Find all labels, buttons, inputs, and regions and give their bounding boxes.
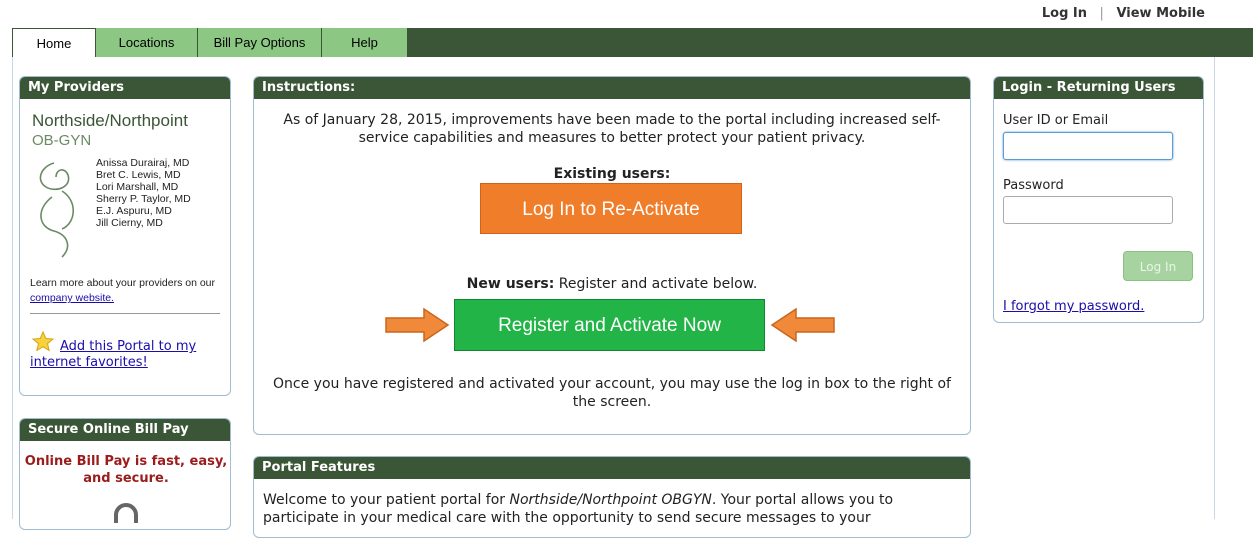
tab-locations[interactable]: Locations (96, 28, 198, 57)
existing-users-label: Existing users: (553, 166, 671, 182)
divider (30, 313, 220, 314)
billpay-tagline: Online Bill Pay is fast, easy, and secur… (24, 454, 228, 486)
tab-bill-pay-options[interactable]: Bill Pay Options (198, 28, 322, 57)
lock-icon (114, 503, 138, 523)
instructions-footer: Once you have registered and activated y… (273, 376, 951, 410)
new-users-text: Register and activate below. (554, 276, 758, 292)
features-title: Portal Features (254, 457, 970, 479)
reactivate-button[interactable]: Log In to Re-Activate (480, 183, 742, 234)
password-input[interactable] (1003, 196, 1173, 224)
login-link[interactable]: Log In (1042, 6, 1087, 21)
tab-help[interactable]: Help (322, 28, 408, 57)
star-icon (32, 331, 54, 351)
new-users-label: New users: (466, 276, 555, 292)
doctor-name: Sherry P. Taylor, MD (96, 193, 191, 205)
arrow-left-icon (770, 307, 835, 343)
learn-more-label: Learn more about your providers on our (30, 277, 216, 289)
new-users-line: New users: Register and activate below. (254, 275, 970, 293)
billpay-panel: Secure Online Bill Pay Online Bill Pay i… (19, 418, 231, 530)
password-label: Password (1003, 178, 1064, 193)
features-panel: Portal Features Welcome to your patient … (253, 456, 971, 538)
instructions-intro: As of January 28, 2015, improvements hav… (283, 112, 941, 146)
features-text-practice: Northside/Northpoint OBGYN (509, 492, 712, 508)
billpay-title: Secure Online Bill Pay (20, 419, 230, 441)
user-id-label: User ID or Email (1003, 113, 1109, 128)
add-favorites-link[interactable]: Add this Portal to my internet favorites… (30, 339, 230, 371)
instructions-title: Instructions: (254, 77, 970, 99)
features-text-start: Welcome to your patient portal for (263, 492, 510, 508)
arrow-right-icon (385, 307, 450, 343)
learn-more-text: Learn more about your providers on our c… (30, 276, 220, 306)
company-website-link[interactable]: company website. (30, 292, 114, 304)
doctor-name: E.J. Aspuru, MD (96, 205, 172, 217)
doctor-name: Bret C. Lewis, MD (96, 169, 181, 181)
brand-name: Northside/Northpoint (32, 111, 188, 130)
login-title: Login - Returning Users (994, 77, 1203, 99)
doctor-list: Anissa Durairaj, MD Bret C. Lewis, MD Lo… (96, 157, 191, 229)
register-button[interactable]: Register and Activate Now (454, 299, 765, 351)
top-links: Log In | View Mobile (1042, 6, 1205, 21)
providers-panel: My Providers Northside/Northpoint OB-GYN… (19, 76, 231, 396)
login-button[interactable]: Log In (1123, 251, 1193, 281)
favorites-block: Add this Portal to my internet favorites… (30, 331, 230, 371)
login-panel: Login - Returning Users User ID or Email… (993, 76, 1204, 323)
providers-title: My Providers (20, 77, 230, 99)
main-nav: Home Locations Bill Pay Options Help (12, 28, 1253, 57)
forgot-password-link[interactable]: I forgot my password. (1003, 299, 1144, 314)
page-frame-left (12, 57, 13, 519)
instructions-panel: Instructions: As of January 28, 2015, im… (253, 76, 971, 435)
brand-subtitle: OB-GYN (32, 132, 92, 149)
tab-home[interactable]: Home (12, 28, 96, 57)
features-text: Welcome to your patient portal for North… (263, 491, 963, 527)
doctor-name: Lori Marshall, MD (96, 181, 179, 193)
page-frame-right (1214, 57, 1215, 519)
doctor-name: Jill Cierny, MD (96, 217, 163, 229)
doctor-name: Anissa Durairaj, MD (96, 157, 190, 169)
top-links-separator: | (1099, 6, 1104, 21)
user-id-input[interactable] (1003, 132, 1173, 160)
view-mobile-link[interactable]: View Mobile (1116, 6, 1205, 21)
brand-logo-icon (39, 162, 75, 258)
